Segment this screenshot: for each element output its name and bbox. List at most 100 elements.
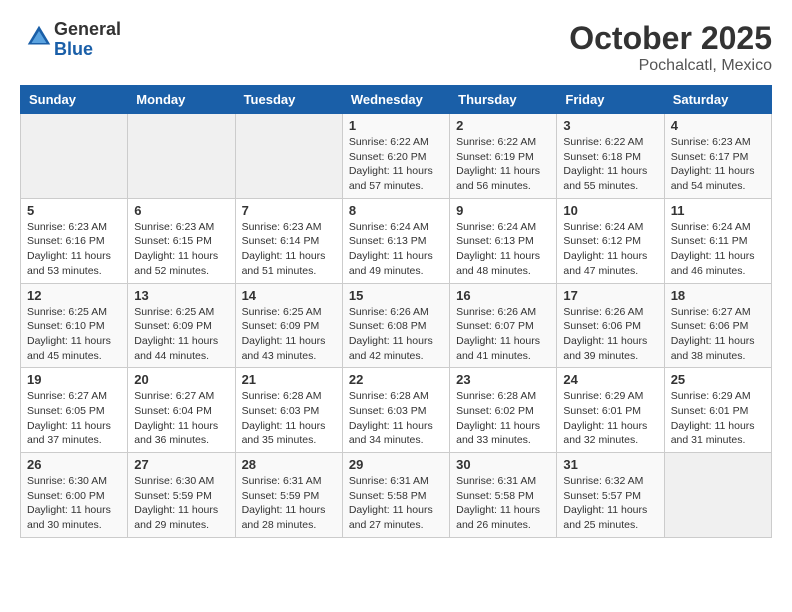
- day-info: Sunrise: 6:25 AM Sunset: 6:09 PM Dayligh…: [134, 305, 228, 364]
- day-number: 26: [27, 457, 121, 472]
- calendar-cell: 22Sunrise: 6:28 AM Sunset: 6:03 PM Dayli…: [342, 368, 449, 453]
- day-number: 14: [242, 288, 336, 303]
- calendar-cell: 27 Sunrise: 6:30 AM Sunset: 5:59 PM Dayli…: [128, 453, 235, 538]
- day-info: Sunrise: 6:29 AM Sunset: 6:01 PM Dayligh…: [671, 389, 765, 448]
- calendar-cell: 31 Sunrise: 6:32 AM Sunset: 5:57 PM Dayli…: [557, 453, 664, 538]
- day-info: Sunrise: 6:22 AM Sunset: 6:20 PM Dayligh…: [349, 135, 443, 194]
- day-info: Sunrise: 6:24 AM Sunset: 6:13 PM Dayligh…: [456, 220, 550, 279]
- weekday-header-saturday: Saturday: [664, 86, 771, 114]
- day-info: Sunrise: 6:23 AM Sunset: 6:17 PM Dayligh…: [671, 135, 765, 194]
- calendar-cell: [664, 453, 771, 538]
- calendar-cell: 13 Sunrise: 6:25 AM Sunset: 6:09 PM Dayli…: [128, 283, 235, 368]
- day-info: Sunrise: 6:29 AM Sunset: 6:01 PM Dayligh…: [563, 389, 657, 448]
- day-info: Sunrise: 6:31 AM Sunset: 5:58 PM Dayligh…: [349, 474, 443, 533]
- calendar-cell: 17 Sunrise: 6:26 AM Sunset: 6:06 PM Dayli…: [557, 283, 664, 368]
- day-info: Sunrise: 6:24 AM Sunset: 6:12 PM Dayligh…: [563, 220, 657, 279]
- calendar-table: SundayMondayTuesdayWednesdayThursdayFrid…: [20, 85, 772, 538]
- day-number: 28: [242, 457, 336, 472]
- weekday-header-tuesday: Tuesday: [235, 86, 342, 114]
- logo-icon: [24, 22, 54, 52]
- day-info: Sunrise: 6:28 AM Sunset: 6:02 PM Dayligh…: [456, 389, 550, 448]
- calendar-cell: [21, 114, 128, 199]
- day-number: 7: [242, 203, 336, 218]
- day-info: Sunrise: 6:26 AM Sunset: 6:06 PM Dayligh…: [563, 305, 657, 364]
- day-info: Sunrise: 6:24 AM Sunset: 6:13 PM Dayligh…: [349, 220, 443, 279]
- location: Pochalcatl, Mexico: [569, 57, 772, 75]
- calendar-cell: 16 Sunrise: 6:26 AM Sunset: 6:07 PM Dayli…: [450, 283, 557, 368]
- day-number: 18: [671, 288, 765, 303]
- calendar-cell: 23Sunrise: 6:28 AM Sunset: 6:02 PM Dayli…: [450, 368, 557, 453]
- calendar-cell: 1Sunrise: 6:22 AM Sunset: 6:20 PM Daylig…: [342, 114, 449, 199]
- calendar-cell: 14 Sunrise: 6:25 AM Sunset: 6:09 PM Dayli…: [235, 283, 342, 368]
- calendar-cell: 11 Sunrise: 6:24 AM Sunset: 6:11 PM Dayli…: [664, 198, 771, 283]
- day-info: Sunrise: 6:31 AM Sunset: 5:58 PM Dayligh…: [456, 474, 550, 533]
- weekday-header-wednesday: Wednesday: [342, 86, 449, 114]
- day-info: Sunrise: 6:30 AM Sunset: 6:00 PM Dayligh…: [27, 474, 121, 533]
- day-number: 20: [134, 372, 228, 387]
- day-number: 27: [134, 457, 228, 472]
- page-header: General Blue October 2025 Pochalcatl, Me…: [20, 20, 772, 75]
- calendar-week-row: 26 Sunrise: 6:30 AM Sunset: 6:00 PM Dayli…: [21, 453, 772, 538]
- calendar-cell: 12 Sunrise: 6:25 AM Sunset: 6:10 PM Dayli…: [21, 283, 128, 368]
- logo: General Blue: [20, 20, 121, 60]
- day-number: 6: [134, 203, 228, 218]
- calendar-week-row: 12 Sunrise: 6:25 AM Sunset: 6:10 PM Dayli…: [21, 283, 772, 368]
- day-info: Sunrise: 6:24 AM Sunset: 6:11 PM Dayligh…: [671, 220, 765, 279]
- calendar-cell: 21Sunrise: 6:28 AM Sunset: 6:03 PM Dayli…: [235, 368, 342, 453]
- day-number: 19: [27, 372, 121, 387]
- calendar-cell: 18 Sunrise: 6:27 AM Sunset: 6:06 PM Dayli…: [664, 283, 771, 368]
- calendar-week-row: 1Sunrise: 6:22 AM Sunset: 6:20 PM Daylig…: [21, 114, 772, 199]
- calendar-cell: 29 Sunrise: 6:31 AM Sunset: 5:58 PM Dayli…: [342, 453, 449, 538]
- day-info: Sunrise: 6:30 AM Sunset: 5:59 PM Dayligh…: [134, 474, 228, 533]
- day-info: Sunrise: 6:32 AM Sunset: 5:57 PM Dayligh…: [563, 474, 657, 533]
- day-number: 21: [242, 372, 336, 387]
- calendar-cell: [235, 114, 342, 199]
- calendar-cell: 26 Sunrise: 6:30 AM Sunset: 6:00 PM Dayli…: [21, 453, 128, 538]
- weekday-header-sunday: Sunday: [21, 86, 128, 114]
- calendar-cell: 28 Sunrise: 6:31 AM Sunset: 5:59 PM Dayli…: [235, 453, 342, 538]
- calendar-cell: 6 Sunrise: 6:23 AM Sunset: 6:15 PM Daylig…: [128, 198, 235, 283]
- month-title: October 2025: [569, 20, 772, 57]
- day-number: 2: [456, 118, 550, 133]
- calendar-cell: [128, 114, 235, 199]
- day-number: 5: [27, 203, 121, 218]
- day-number: 9: [456, 203, 550, 218]
- day-number: 17: [563, 288, 657, 303]
- day-number: 15: [349, 288, 443, 303]
- day-number: 30: [456, 457, 550, 472]
- day-number: 31: [563, 457, 657, 472]
- calendar-cell: 5 Sunrise: 6:23 AM Sunset: 6:16 PM Daylig…: [21, 198, 128, 283]
- day-info: Sunrise: 6:26 AM Sunset: 6:07 PM Dayligh…: [456, 305, 550, 364]
- day-number: 13: [134, 288, 228, 303]
- day-number: 3: [563, 118, 657, 133]
- day-info: Sunrise: 6:27 AM Sunset: 6:04 PM Dayligh…: [134, 389, 228, 448]
- calendar-cell: 4Sunrise: 6:23 AM Sunset: 6:17 PM Daylig…: [664, 114, 771, 199]
- day-number: 25: [671, 372, 765, 387]
- weekday-header-thursday: Thursday: [450, 86, 557, 114]
- calendar-cell: 10Sunrise: 6:24 AM Sunset: 6:12 PM Dayli…: [557, 198, 664, 283]
- day-info: Sunrise: 6:27 AM Sunset: 6:06 PM Dayligh…: [671, 305, 765, 364]
- calendar-cell: 15 Sunrise: 6:26 AM Sunset: 6:08 PM Dayli…: [342, 283, 449, 368]
- day-number: 16: [456, 288, 550, 303]
- calendar-cell: 9 Sunrise: 6:24 AM Sunset: 6:13 PM Daylig…: [450, 198, 557, 283]
- day-number: 11: [671, 203, 765, 218]
- calendar-cell: 8 Sunrise: 6:24 AM Sunset: 6:13 PM Daylig…: [342, 198, 449, 283]
- calendar-cell: 7 Sunrise: 6:23 AM Sunset: 6:14 PM Daylig…: [235, 198, 342, 283]
- day-info: Sunrise: 6:25 AM Sunset: 6:09 PM Dayligh…: [242, 305, 336, 364]
- day-info: Sunrise: 6:26 AM Sunset: 6:08 PM Dayligh…: [349, 305, 443, 364]
- day-number: 12: [27, 288, 121, 303]
- calendar-cell: 24Sunrise: 6:29 AM Sunset: 6:01 PM Dayli…: [557, 368, 664, 453]
- day-info: Sunrise: 6:23 AM Sunset: 6:16 PM Dayligh…: [27, 220, 121, 279]
- calendar-cell: 2Sunrise: 6:22 AM Sunset: 6:19 PM Daylig…: [450, 114, 557, 199]
- calendar-cell: 25 Sunrise: 6:29 AM Sunset: 6:01 PM Dayli…: [664, 368, 771, 453]
- day-info: Sunrise: 6:27 AM Sunset: 6:05 PM Dayligh…: [27, 389, 121, 448]
- weekday-header-friday: Friday: [557, 86, 664, 114]
- day-info: Sunrise: 6:25 AM Sunset: 6:10 PM Dayligh…: [27, 305, 121, 364]
- weekday-header-monday: Monday: [128, 86, 235, 114]
- day-number: 29: [349, 457, 443, 472]
- title-block: October 2025 Pochalcatl, Mexico: [569, 20, 772, 75]
- day-info: Sunrise: 6:23 AM Sunset: 6:14 PM Dayligh…: [242, 220, 336, 279]
- day-number: 8: [349, 203, 443, 218]
- day-info: Sunrise: 6:31 AM Sunset: 5:59 PM Dayligh…: [242, 474, 336, 533]
- day-info: Sunrise: 6:23 AM Sunset: 6:15 PM Dayligh…: [134, 220, 228, 279]
